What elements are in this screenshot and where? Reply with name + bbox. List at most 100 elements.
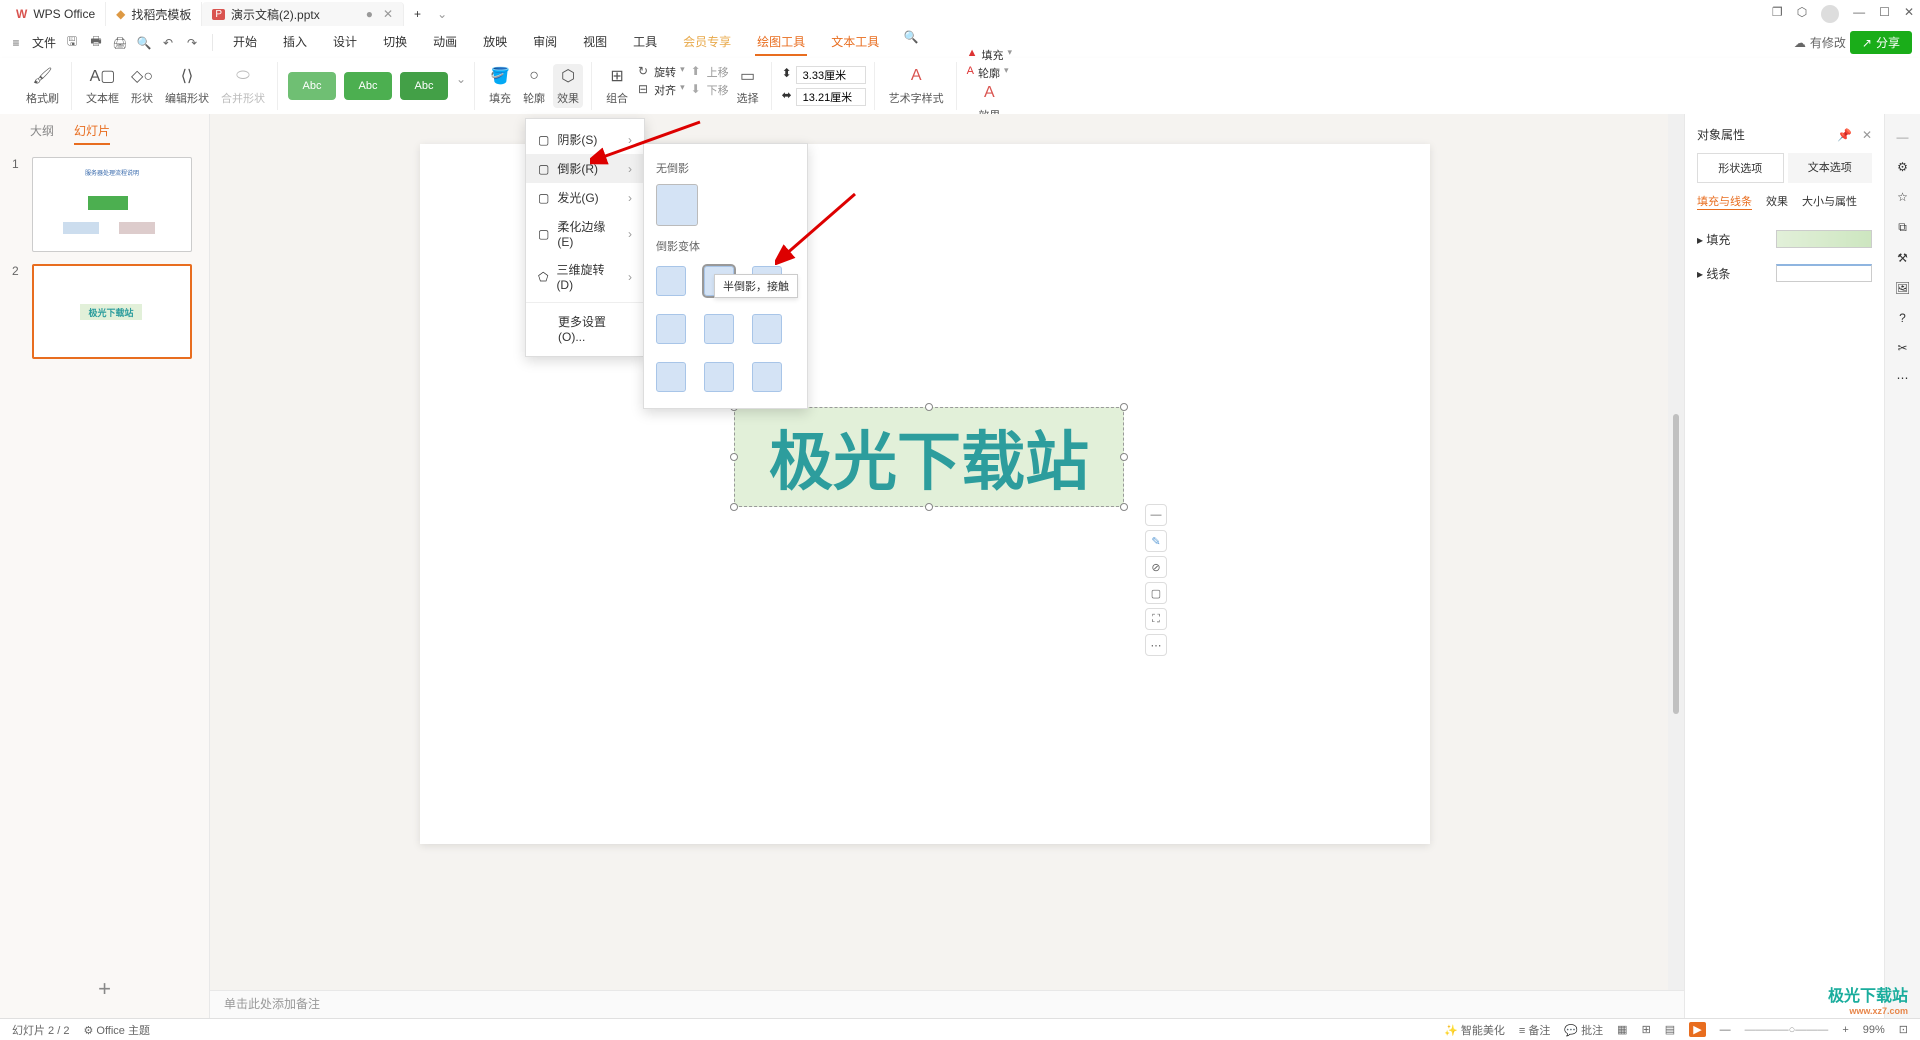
tab-design[interactable]: 设计 <box>331 29 359 56</box>
menu-reflection[interactable]: ▢倒影(R)› <box>526 154 644 183</box>
reflection-variant-1[interactable] <box>656 266 686 296</box>
rail-tools-icon[interactable]: ⚒ <box>1897 251 1908 265</box>
tab-play[interactable]: 放映 <box>481 29 509 56</box>
zoom-out-icon[interactable]: — <box>1720 1024 1731 1036</box>
wordart-shape[interactable]: 极光下载站 <box>734 407 1124 507</box>
window-multi-icon[interactable]: ❐ <box>1772 5 1783 23</box>
align-button[interactable]: 对齐 <box>654 82 676 98</box>
shape-preset-1[interactable]: Abc <box>288 72 336 100</box>
preview-icon[interactable]: 🔍 <box>136 35 152 51</box>
tab-current-document[interactable]: P 演示文稿(2).pptx ● ✕ <box>202 2 404 26</box>
fill-swatch[interactable] <box>1776 230 1872 248</box>
shape-preset-3[interactable]: Abc <box>400 72 448 100</box>
maximize-icon[interactable]: ☐ <box>1879 5 1890 23</box>
ft-more-icon[interactable]: ⋯ <box>1145 634 1167 656</box>
tab-templates[interactable]: ◆ 找稻壳模板 <box>106 2 202 26</box>
save-icon[interactable]: 🖫 <box>64 35 80 51</box>
shape-preset-2[interactable]: Abc <box>344 72 392 100</box>
edit-shape-button[interactable]: ⟨⟩ 编辑形状 <box>161 64 213 108</box>
view-sorter-icon[interactable]: ⊞ <box>1642 1023 1651 1036</box>
vertical-scrollbar[interactable] <box>1668 114 1684 990</box>
line-swatch[interactable] <box>1776 264 1872 282</box>
outline-button[interactable]: ○轮廓 <box>519 64 549 108</box>
menu-3d-rotation[interactable]: ⬠三维旋转(D)› <box>526 255 644 298</box>
reflection-variant-6[interactable] <box>752 314 782 344</box>
text-fill-button[interactable]: 填充 <box>982 47 1004 63</box>
outline-tab[interactable]: 大纲 <box>30 122 54 145</box>
shape-button[interactable]: ◇○ 形状 <box>127 64 157 108</box>
theme-indicator[interactable]: ⚙ Office 主题 <box>83 1022 150 1038</box>
preset-more-icon[interactable]: ⌄ <box>456 72 466 100</box>
view-reading-icon[interactable]: ▤ <box>1665 1023 1675 1036</box>
ft-clear-icon[interactable]: ⊘ <box>1145 556 1167 578</box>
tab-start[interactable]: 开始 <box>231 29 259 56</box>
collapse-rail-icon[interactable]: — <box>1897 130 1909 144</box>
fit-window-icon[interactable]: ⊡ <box>1899 1023 1908 1036</box>
avatar-icon[interactable] <box>1821 5 1839 23</box>
view-slideshow-icon[interactable]: ▶ <box>1689 1022 1705 1037</box>
width-input[interactable] <box>796 88 866 106</box>
ft-rect-icon[interactable]: ▢ <box>1145 582 1167 604</box>
tab-insert[interactable]: 插入 <box>281 29 309 56</box>
fill-section[interactable]: ▸ 填充 <box>1697 222 1872 256</box>
menu-glow[interactable]: ▢发光(G)› <box>526 183 644 212</box>
unsaved-changes-indicator[interactable]: ☁ 有修改 <box>1794 34 1846 51</box>
effect-tab[interactable]: 效果 <box>1766 193 1788 210</box>
reflection-variant-5[interactable] <box>704 314 734 344</box>
file-menu-label[interactable]: 文件 <box>32 34 56 51</box>
tab-review[interactable]: 审阅 <box>531 29 559 56</box>
undo-icon[interactable]: ↶ <box>160 35 176 51</box>
rail-help-icon[interactable]: ? <box>1899 311 1906 325</box>
tab-text-tools[interactable]: 文本工具 <box>829 29 881 56</box>
close-window-icon[interactable]: ✕ <box>1904 5 1914 23</box>
slide-thumb-1[interactable]: 1 服务器处理流程说明 <box>12 157 197 252</box>
ft-expand-icon[interactable]: ⛶ <box>1145 608 1167 630</box>
ft-pen-icon[interactable]: ✎ <box>1145 530 1167 552</box>
add-slide-button[interactable]: + <box>0 960 209 1018</box>
zoom-value[interactable]: 99% <box>1863 1024 1885 1036</box>
close-tab-icon[interactable]: ✕ <box>383 7 393 21</box>
menu-shadow[interactable]: ▢阴影(S)› <box>526 125 644 154</box>
menu-soft-edge[interactable]: ▢柔化边缘(E)› <box>526 212 644 255</box>
group-button[interactable]: ⊞组合 <box>602 64 632 108</box>
pin-icon[interactable]: 📌 <box>1837 128 1852 142</box>
rail-settings-icon[interactable]: ⚙ <box>1897 160 1908 174</box>
reflection-variant-9[interactable] <box>752 362 782 392</box>
ft-minus-icon[interactable]: — <box>1145 504 1167 526</box>
reflection-variant-8[interactable] <box>704 362 734 392</box>
rail-image-icon[interactable]: 🖼 <box>1895 281 1910 295</box>
select-button[interactable]: ▭选择 <box>733 64 763 108</box>
reflection-variant-7[interactable] <box>656 362 686 392</box>
fill-line-tab[interactable]: 填充与线条 <box>1697 193 1752 210</box>
new-tab-button[interactable]: + <box>404 2 431 26</box>
slide-thumb-2[interactable]: 2 极光下载站 <box>12 264 197 359</box>
rail-layers-icon[interactable]: ⧉ <box>1898 220 1907 235</box>
tab-wps-home[interactable]: W WPS Office <box>6 2 106 26</box>
share-button[interactable]: ↗ 分享 <box>1850 31 1912 54</box>
textbox-button[interactable]: A▢ 文本框 <box>82 64 123 108</box>
size-prop-tab[interactable]: 大小与属性 <box>1802 193 1857 210</box>
beautify-button[interactable]: ✨ 智能美化 <box>1444 1022 1505 1038</box>
search-icon[interactable]: 🔍 <box>903 29 919 45</box>
notes-toggle[interactable]: ≡ 备注 <box>1519 1022 1550 1038</box>
height-input[interactable] <box>796 66 866 84</box>
shape-options-tab[interactable]: 形状选项 <box>1697 153 1784 183</box>
text-options-tab[interactable]: 文本选项 <box>1788 153 1873 183</box>
rail-clip-icon[interactable]: ✂ <box>1897 341 1907 355</box>
tab-drawing-tools[interactable]: 绘图工具 <box>755 29 807 56</box>
reflection-none[interactable] <box>656 184 698 226</box>
reflection-variant-4[interactable] <box>656 314 686 344</box>
rotate-button[interactable]: 旋转 <box>654 64 676 80</box>
line-section[interactable]: ▸ 线条 <box>1697 256 1872 290</box>
format-painter-button[interactable]: 🖌 格式刷 <box>22 64 63 108</box>
rail-more-icon[interactable]: ⋯ <box>1897 371 1909 385</box>
print-icon[interactable]: 🖨 <box>112 35 128 51</box>
tab-animation[interactable]: 动画 <box>431 29 459 56</box>
wordart-style-button[interactable]: A艺术字样式 <box>885 64 948 108</box>
tab-tools[interactable]: 工具 <box>631 29 659 56</box>
tab-transition[interactable]: 切换 <box>381 29 409 56</box>
slides-tab[interactable]: 幻灯片 <box>74 122 110 145</box>
zoom-in-icon[interactable]: + <box>1842 1024 1848 1036</box>
minimize-icon[interactable]: — <box>1853 5 1865 23</box>
view-normal-icon[interactable]: ▦ <box>1617 1023 1627 1036</box>
